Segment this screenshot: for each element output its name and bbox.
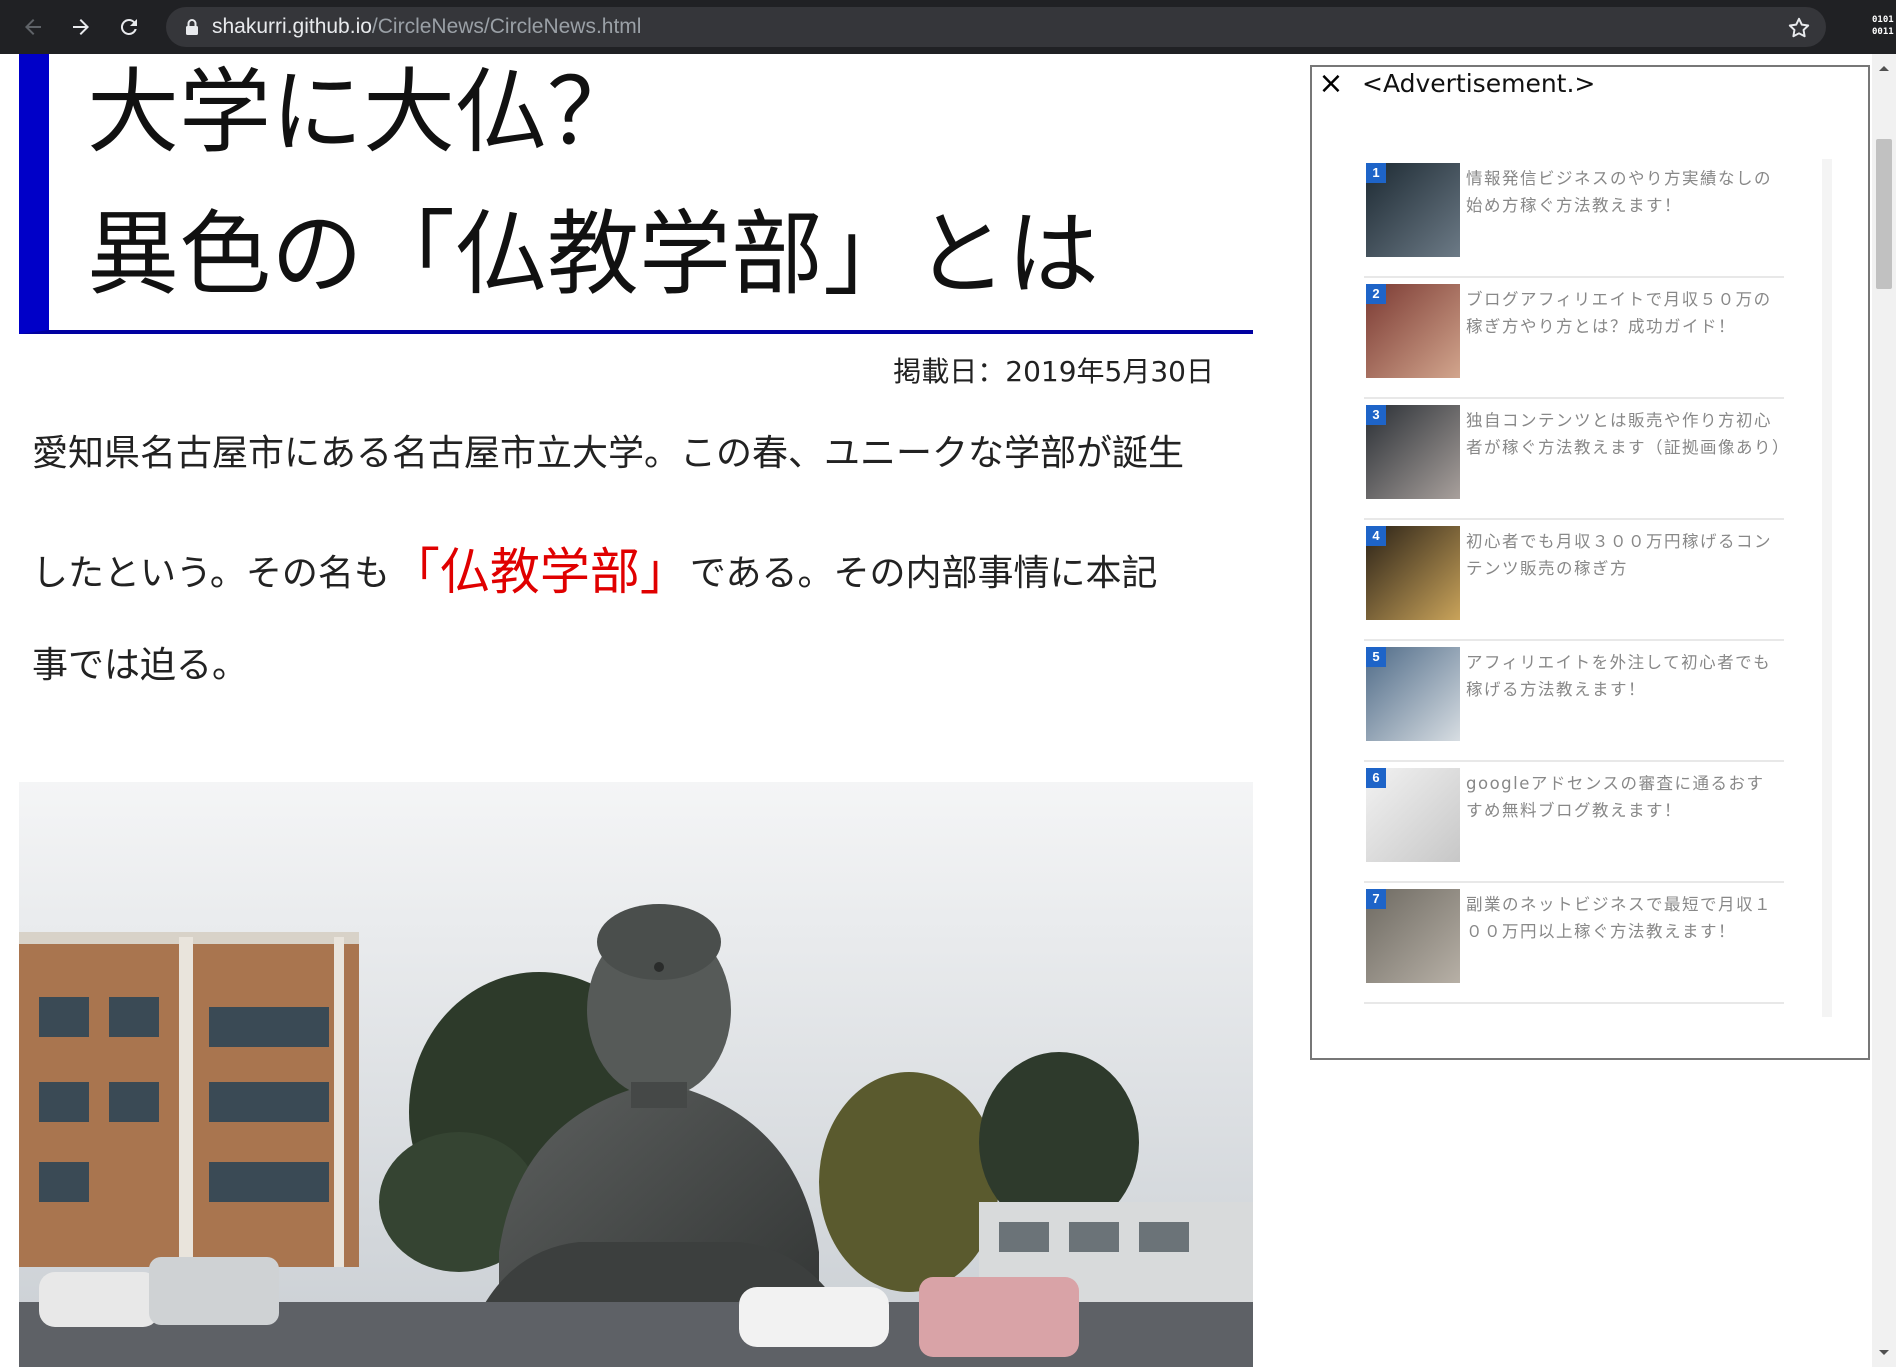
scroll-thumb[interactable]	[1876, 139, 1892, 289]
ad-thumbnail[interactable]: 5	[1366, 647, 1460, 741]
ad-item[interactable]: 2 ブログアフィリエイトで月収５０万の稼ぎ方やり方とは？成功ガイド！	[1364, 278, 1784, 399]
ad-item[interactable]: 1 情報発信ビジネスのやり方実績なしの始め方稼ぐ方法教えます！	[1364, 157, 1784, 278]
ad-thumbnail[interactable]: 1	[1366, 163, 1460, 257]
ad-link-text[interactable]: ブログアフィリエイトで月収５０万の稼ぎ方やり方とは？成功ガイド！	[1466, 286, 1782, 340]
body-line-1: 愛知県名古屋市にある名古屋市立大学。この春、ユニークな学部が誕生	[32, 433, 1185, 474]
body-line-2-before: したという。その名も	[32, 553, 390, 594]
browser-toolbar: shakurri.github.io/CircleNews/CircleNews…	[0, 0, 1896, 54]
ad-link-text[interactable]: 初心者でも月収３００万円稼げるコンテンツ販売の稼ぎ方	[1466, 528, 1782, 582]
address-bar[interactable]: shakurri.github.io/CircleNews/CircleNews…	[166, 7, 1826, 47]
buddha-campus-illustration	[19, 782, 1253, 1367]
publish-date: 掲載日：2019年5月30日	[893, 355, 1214, 388]
extension-icon[interactable]: 0101 0011	[1872, 14, 1896, 40]
arrow-left-icon	[25, 19, 41, 35]
headline-line-1: 大学に大仏？	[87, 59, 640, 166]
ad-rank-badge: 3	[1366, 405, 1386, 425]
url-path: /CircleNews/CircleNews.html	[371, 15, 642, 38]
arrow-right-icon	[73, 19, 89, 35]
ad-link-text[interactable]: 独自コンテンツとは販売や作り方初心者が稼ぐ方法教えます（証拠画像あり）	[1466, 407, 1789, 461]
ad-item[interactable]: 6 googleアドセンスの審査に通るおすすめ無料ブログ教えます！	[1364, 762, 1784, 883]
ad-title: <Advertisement.>	[1362, 69, 1596, 98]
body-line-3: 事では迫る。	[32, 645, 249, 686]
scroll-down-arrow-icon[interactable]	[1872, 1343, 1896, 1363]
ad-thumbnail[interactable]: 6	[1366, 768, 1460, 862]
ad-rank-badge: 4	[1366, 526, 1386, 546]
ad-rank-badge: 7	[1366, 889, 1386, 909]
body-line-2: したという。その名も「仏教学部」である。その内部事情に本記	[32, 528, 1158, 601]
headline-line-2: 異色の「仏教学部」とは	[87, 201, 1100, 308]
ad-list: 1 情報発信ビジネスのやり方実績なしの始め方稼ぐ方法教えます！ 2 ブログアフィリエイ…	[1364, 157, 1789, 1004]
url-host: shakurri.github.io	[212, 15, 372, 38]
advertisement-panel: × <Advertisement.> 1 情報発信ビジネスのやり方実績なしの始め方…	[1310, 65, 1870, 1060]
ad-link-text[interactable]: googleアドセンスの審査に通るおすすめ無料ブログ教えます！	[1466, 770, 1782, 824]
ad-thumbnail[interactable]: 4	[1366, 526, 1460, 620]
ad-thumbnail[interactable]: 2	[1366, 284, 1460, 378]
close-ad-button[interactable]: ×	[1318, 69, 1344, 99]
ad-rank-badge: 1	[1366, 163, 1386, 183]
ad-item[interactable]: 7 副業のネットビジネスで最短で月収１００万円以上稼ぐ方法教えます！	[1364, 883, 1784, 1004]
page-scrollbar[interactable]	[1872, 54, 1896, 1367]
ad-scrollbar[interactable]	[1822, 159, 1832, 1017]
ad-link-text[interactable]: アフィリエイトを外注して初心者でも稼げる方法教えます！	[1466, 649, 1782, 703]
forward-button[interactable]	[62, 8, 100, 46]
ad-rank-badge: 6	[1366, 768, 1386, 788]
ad-link-text[interactable]: 副業のネットビジネスで最短で月収１００万円以上稼ぐ方法教えます！	[1466, 891, 1782, 945]
body-line-2-after: である。その内部事情に本記	[689, 553, 1158, 594]
ad-item[interactable]: 5 アフィリエイトを外注して初心者でも稼げる方法教えます！	[1364, 641, 1784, 762]
back-button[interactable]	[14, 8, 52, 46]
headline-box: 大学に大仏？ 異色の「仏教学部」とは	[19, 54, 1253, 334]
ad-thumbnail[interactable]: 3	[1366, 405, 1460, 499]
reload-button[interactable]	[110, 8, 148, 46]
ad-rank-badge: 2	[1366, 284, 1386, 304]
url-text[interactable]: shakurri.github.io/CircleNews/CircleNews…	[212, 7, 641, 47]
bookmark-star-icon[interactable]	[1786, 15, 1812, 41]
scroll-up-arrow-icon[interactable]	[1872, 58, 1896, 78]
web-page: 大学に大仏？ 異色の「仏教学部」とは 掲載日：2019年5月30日 愛知県名古屋…	[0, 54, 1896, 1367]
highlight-term: 「仏教学部」	[389, 543, 690, 601]
article-photo	[19, 782, 1253, 1367]
reload-icon	[120, 18, 137, 35]
ad-rank-badge: 5	[1366, 647, 1386, 667]
lock-icon	[186, 19, 198, 35]
ad-thumbnail[interactable]: 7	[1366, 889, 1460, 983]
ad-item[interactable]: 3 独自コンテンツとは販売や作り方初心者が稼ぐ方法教えます（証拠画像あり）	[1364, 399, 1789, 520]
ad-item[interactable]: 4 初心者でも月収３００万円稼げるコンテンツ販売の稼ぎ方	[1364, 520, 1784, 641]
ad-link-text[interactable]: 情報発信ビジネスのやり方実績なしの始め方稼ぐ方法教えます！	[1466, 165, 1782, 219]
